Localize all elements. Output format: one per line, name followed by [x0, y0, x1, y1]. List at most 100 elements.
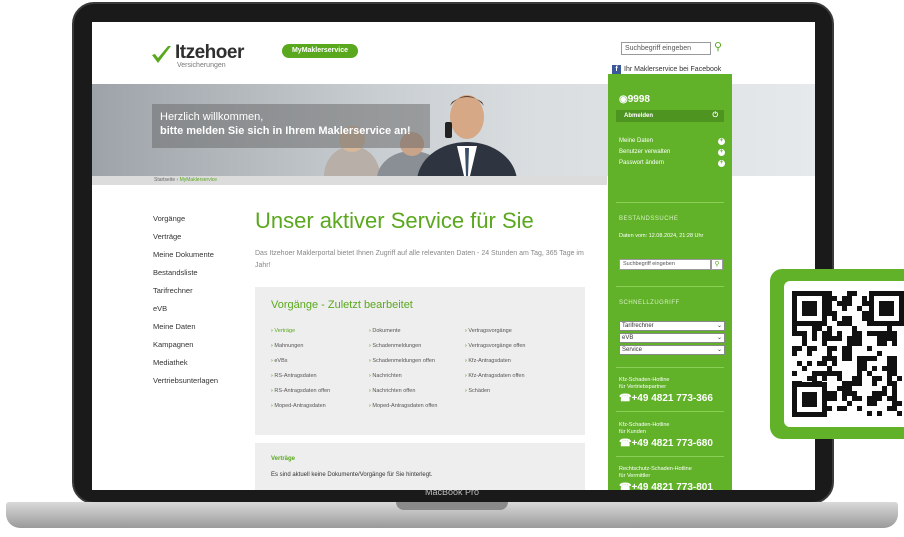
divider	[616, 456, 724, 457]
hotline-1-phone[interactable]: ☎+49 4821 773-366	[619, 393, 713, 404]
task-link-vertragsvorgaenge-offen[interactable]: Vertragsvorgänge offen	[465, 339, 525, 354]
hotline-2-label-1: Kfz-Schaden-Hotline	[619, 422, 670, 428]
tasks-column-3: Vertragsvorgänge Vertragsvorgänge offen …	[465, 324, 525, 399]
welcome-line-1: Herzlich willkommen,	[160, 111, 264, 123]
nav-item-evb[interactable]: eVB	[153, 300, 218, 318]
nav-item-vorgaenge[interactable]: Vorgänge	[153, 210, 218, 228]
itzehoer-logo[interactable]: Itzehoer Versicherungen	[150, 43, 244, 70]
nav-item-bestandsliste[interactable]: Bestandsliste	[153, 264, 218, 282]
hotline-1-label-2: für Vertriebspartner	[619, 384, 667, 390]
chevron-down-icon: ⌄	[716, 347, 722, 353]
breadcrumb-current[interactable]: MyMaklerservice	[180, 177, 218, 183]
divider	[616, 286, 724, 287]
nav-item-meine-daten[interactable]: Meine Daten	[153, 318, 218, 336]
divider	[616, 202, 724, 203]
task-link-evbs[interactable]: eVBs	[271, 354, 330, 369]
chevron-down-icon: ⌄	[716, 323, 722, 329]
search-icon[interactable]: ⚲	[714, 42, 726, 54]
select-tarifrechner-value: Tarifrechner	[622, 323, 654, 329]
account-links: Meine Daten + Benutzer verwalten + Passwor…	[619, 136, 725, 169]
logout-label: Abmelden	[624, 113, 654, 119]
welcome-line-2: bitte melden Sie sich in Ihrem Maklerser…	[160, 125, 411, 137]
task-link-schadenmeldungen-offen[interactable]: Schadenmeldungen offen	[369, 354, 437, 369]
task-link-nachrichten[interactable]: Nachrichten	[369, 369, 437, 384]
nav-item-kampagnen[interactable]: Kampagnen	[153, 336, 218, 354]
qr-code-tile[interactable]	[770, 269, 904, 439]
nav-item-mediathek[interactable]: Mediathek	[153, 354, 218, 372]
nav-item-meine-dokumente[interactable]: Meine Dokumente	[153, 246, 218, 264]
select-tarifrechner[interactable]: Tarifrechner ⌄	[619, 321, 725, 331]
facebook-link-text: Ihr Maklerservice bei Facebook	[624, 66, 722, 73]
nav-item-tarifrechner[interactable]: Tarifrechner	[153, 282, 218, 300]
nav-item-vertriebsunterlagen[interactable]: Vertriebsunterlagen	[153, 372, 218, 390]
bestand-date: Daten vom: 12.08.2024, 21:28 Uhr	[619, 233, 704, 239]
breadcrumb-home[interactable]: Startseite	[154, 177, 175, 183]
task-link-mahnungen[interactable]: Mahnungen	[271, 339, 330, 354]
task-link-kfz-antragsdaten[interactable]: Kfz-Antragsdaten	[465, 354, 525, 369]
hotline-1-label-1: Kfz-Schaden-Hotline	[619, 377, 670, 383]
task-link-vertragsvorgaenge[interactable]: Vertragsvorgänge	[465, 324, 525, 339]
task-link-dokumente[interactable]: Dokumente	[369, 324, 437, 339]
schnellzugriff-heading: SCHNELLZUGRIFF	[619, 300, 680, 306]
nav-item-vertraege[interactable]: Verträge	[153, 228, 218, 246]
link-benutzer-verwalten[interactable]: Benutzer verwalten +	[619, 147, 725, 158]
chevron-down-icon: ⌄	[716, 335, 722, 341]
task-link-rs-antragsdaten-offen[interactable]: RS-Antragsdaten offen	[271, 384, 330, 399]
bestand-search-input[interactable]: Suchbegriff eingeben	[619, 259, 711, 270]
hotline-1-label: Kfz-Schaden-Hotline für Vertriebspartner	[619, 377, 669, 391]
hotline-3-number: +49 4821 773-801	[631, 482, 713, 490]
select-evb[interactable]: eVB ⌄	[619, 333, 725, 343]
hotline-1-number: +49 4821 773-366	[631, 393, 713, 404]
hotline-3-phone[interactable]: ☎+49 4821 773-801	[619, 482, 713, 490]
user-id: ◉9998	[619, 94, 650, 105]
task-link-nachrichten-offen[interactable]: Nachrichten offen	[369, 384, 437, 399]
task-link-moped-antragsdaten[interactable]: Moped-Antragsdaten	[271, 399, 330, 414]
breadcrumb: Startseite › MyMaklerservice	[92, 176, 607, 185]
facebook-icon: f	[612, 65, 621, 74]
power-icon: ⏻	[712, 112, 718, 119]
logo-name: Itzehoer	[175, 42, 244, 63]
plus-icon: +	[718, 138, 725, 145]
laptop-notch	[396, 502, 508, 510]
task-link-rs-antragsdaten[interactable]: RS-Antragsdaten	[271, 369, 330, 384]
page-intro: Das Itzehoer Maklerportal bietet Ihnen Z…	[255, 250, 584, 269]
link-meine-daten[interactable]: Meine Daten +	[619, 136, 725, 147]
phone-icon: ☎	[619, 393, 632, 404]
hotline-3-label: Rechtschutz-Schaden-Hotline für Vermittle…	[619, 466, 692, 480]
hotline-3-label-2: für Vermittler	[619, 473, 651, 479]
recent-tasks-title: Vorgänge - Zuletzt bearbeitet	[271, 299, 413, 311]
plus-icon: +	[718, 149, 725, 156]
divider	[616, 367, 724, 368]
task-link-vertraege[interactable]: Verträge	[271, 324, 330, 339]
search-input[interactable]: Suchbegriff eingeben	[621, 42, 711, 55]
left-nav: Vorgänge Verträge Meine Dokumente Bestan…	[153, 210, 218, 390]
logo-text: Itzehoer Versicherungen	[175, 43, 244, 70]
bestandssuche-heading: BESTANDSSUCHE	[619, 216, 679, 222]
select-service-value: Service	[622, 347, 643, 353]
facebook-link[interactable]: f Ihr Maklerservice bei Facebook	[612, 65, 721, 74]
logo-check-icon	[150, 43, 173, 66]
page-title: Unser aktiver Service für Sie	[255, 208, 534, 233]
select-service[interactable]: Service ⌄	[619, 345, 725, 355]
hotline-2-number: +49 4821 773-680	[631, 438, 713, 449]
hotline-2-label: Kfz-Schaden-Hotline für Kunden	[619, 422, 669, 436]
bestand-search-icon[interactable]: ⚲	[711, 259, 723, 270]
link-passwort-aendern[interactable]: Passwort ändern +	[619, 158, 725, 169]
logout-button[interactable]: Abmelden ⏻	[616, 110, 724, 122]
task-link-schadenmeldungen[interactable]: Schadenmeldungen	[369, 339, 437, 354]
contracts-title: Verträge	[271, 456, 296, 462]
task-link-moped-antragsdaten-offen[interactable]: Moped-Antragsdaten offen	[369, 399, 437, 414]
logo-subtitle: Versicherungen	[177, 62, 226, 69]
stage: MacBook Pro Itzehoer Versicherungen MyMa…	[0, 0, 904, 537]
qr-code-icon	[792, 291, 904, 417]
phone-icon: ☎	[619, 438, 632, 449]
link-passwort-aendern-label: Passwort ändern	[619, 160, 665, 166]
mymaklerservice-badge[interactable]: MyMaklerservice	[282, 44, 358, 58]
contracts-empty-text: Es sind aktuell keine Dokumente/Vorgänge…	[271, 472, 433, 478]
task-link-schaeden[interactable]: Schäden	[465, 384, 525, 399]
browser-screen: Itzehoer Versicherungen MyMaklerservice …	[92, 22, 815, 490]
hotline-2-phone[interactable]: ☎+49 4821 773-680	[619, 438, 713, 449]
hotline-2-label-2: für Kunden	[619, 429, 646, 435]
task-link-kfz-antragsdaten-offen[interactable]: Kfz-Antragsdaten offen	[465, 369, 525, 384]
user-icon: ◉	[619, 94, 628, 105]
